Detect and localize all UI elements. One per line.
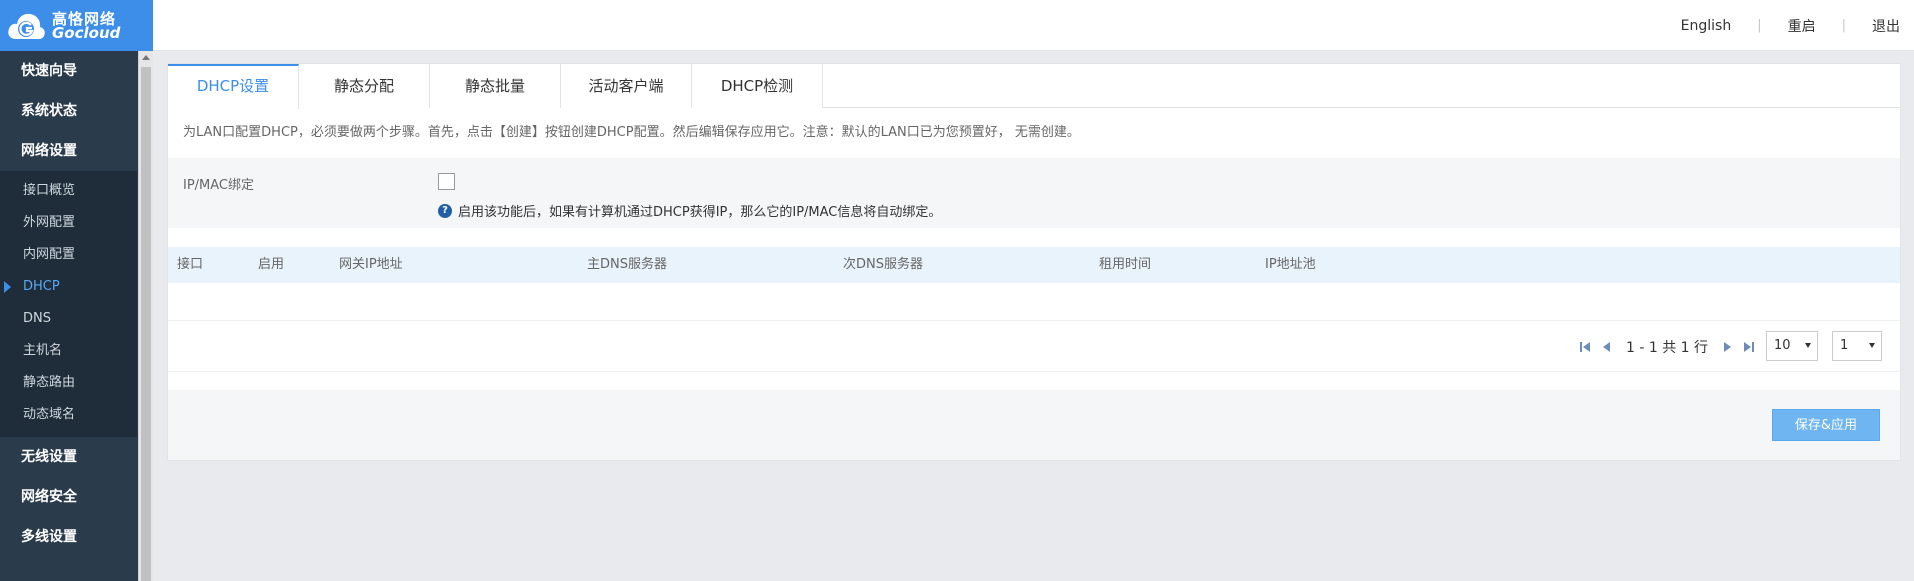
save-apply-button[interactable]: 保存&应用 (1772, 409, 1880, 441)
sidebar-item-network-settings[interactable]: 网络设置 (0, 131, 137, 171)
sidebar-subitem-interface-overview[interactable]: 接口概览 (0, 175, 137, 207)
col-ip-pool: IP地址池 (1265, 257, 1316, 272)
page-number-value: 1 (1840, 338, 1849, 353)
chevron-down-icon (1869, 343, 1875, 348)
sidebar-subitem-lan[interactable]: 内网配置 (0, 239, 137, 271)
tab-active-clients[interactable]: 活动客户端 (561, 64, 692, 108)
col-interface: 接口 (177, 257, 204, 272)
tab-dhcp-settings[interactable]: DHCP设置 (168, 64, 299, 109)
tab-bar: DHCP设置 静态分配 静态批量 活动客户端 DHCP检测 (168, 64, 1900, 109)
prev-page-icon[interactable] (1600, 340, 1614, 354)
nav-divider: | (1841, 18, 1846, 33)
sidebar-item-wireless[interactable]: 无线设置 (0, 437, 137, 477)
tab-dhcp-detection[interactable]: DHCP检测 (692, 64, 823, 108)
page-summary: 1 - 1 共 1 行 (1626, 340, 1709, 356)
page-size-value: 10 (1774, 338, 1791, 353)
ipmac-label: IP/MAC绑定 (183, 178, 255, 193)
sidebar-subitem-dns[interactable]: DNS (0, 303, 137, 335)
panel-footer: 保存&应用 (168, 390, 1900, 460)
page-description: 为LAN口配置DHCP，必须要做两个步骤。首先，点击【创建】按钮创建DHCP配置… (168, 108, 1900, 158)
scroll-up-icon[interactable] (142, 55, 150, 60)
last-page-icon[interactable] (1742, 340, 1756, 354)
col-primary-dns: 主DNS服务器 (587, 257, 667, 272)
sidebar-item-quick-guide[interactable]: 快速向导 (0, 51, 137, 91)
table-header: 接口 启用 网关IP地址 主DNS服务器 次DNS服务器 租用时间 IP地址池 (168, 247, 1900, 283)
sidebar-subitem-wan[interactable]: 外网配置 (0, 207, 137, 239)
network-submenu: 接口概览 外网配置 内网配置 DHCP DNS 主机名 静态路由 动态域名 (0, 171, 137, 437)
logout-link[interactable]: 退出 (1872, 16, 1900, 36)
scroll-thumb[interactable] (141, 67, 151, 581)
page-number-select[interactable]: 1 (1832, 331, 1882, 361)
sidebar-item-system-status[interactable]: 系统状态 (0, 91, 137, 131)
sidebar-subitem-static-route[interactable]: 静态路由 (0, 367, 137, 399)
top-header: 高恪网络 Gocloud English | 重启 | 退出 (0, 0, 1914, 51)
sidebar-subitem-ddns[interactable]: 动态域名 (0, 399, 137, 431)
nav-divider: | (1757, 18, 1762, 33)
page-size-select[interactable]: 10 (1766, 331, 1818, 361)
cloud-logo-icon (8, 13, 45, 39)
sidebar-item-security[interactable]: 网络安全 (0, 477, 137, 517)
sidebar-subitem-dhcp[interactable]: DHCP (0, 271, 137, 303)
col-lease-time: 租用时间 (1099, 257, 1152, 272)
brand-en: Gocloud (52, 23, 121, 42)
col-enabled: 启用 (258, 257, 285, 272)
first-page-icon[interactable] (1578, 340, 1592, 354)
col-gateway-ip: 网关IP地址 (339, 257, 403, 272)
table-body (168, 283, 1900, 321)
ipmac-checkbox[interactable] (438, 173, 455, 190)
dhcp-panel: DHCP设置 静态分配 静态批量 活动客户端 DHCP检测 为LAN口配置DHC… (167, 63, 1901, 461)
col-secondary-dns: 次DNS服务器 (843, 257, 923, 272)
sidebar-item-multiline[interactable]: 多线设置 (0, 517, 137, 557)
reboot-link[interactable]: 重启 (1788, 16, 1816, 36)
next-page-icon[interactable] (1720, 340, 1734, 354)
top-nav: English | 重启 | 退出 (1681, 0, 1900, 51)
ipmac-hint-text: 启用该功能后，如果有计算机通过DHCP获得IP，那么它的IP/MAC信息将自动绑… (458, 205, 942, 220)
tab-static-allocation[interactable]: 静态分配 (299, 64, 430, 108)
sidebar-subitem-hostname[interactable]: 主机名 (0, 335, 137, 367)
tab-static-batch[interactable]: 静态批量 (430, 64, 561, 108)
ipmac-setting: IP/MAC绑定 ? 启用该功能后，如果有计算机通过DHCP获得IP，那么它的I… (168, 158, 1900, 228)
logo[interactable]: 高恪网络 Gocloud (0, 0, 153, 51)
question-icon: ? (438, 203, 452, 218)
pagination: 1 - 1 共 1 行 10 1 (168, 321, 1900, 372)
sidebar: 快速向导 系统状态 网络设置 接口概览 外网配置 内网配置 DHCP DNS 主… (0, 51, 138, 581)
ipmac-hint: ? 启用该功能后，如果有计算机通过DHCP获得IP，那么它的IP/MAC信息将自… (438, 201, 941, 220)
sidebar-scrollbar[interactable] (138, 51, 153, 581)
language-link[interactable]: English (1681, 18, 1732, 34)
chevron-down-icon (1805, 343, 1811, 348)
